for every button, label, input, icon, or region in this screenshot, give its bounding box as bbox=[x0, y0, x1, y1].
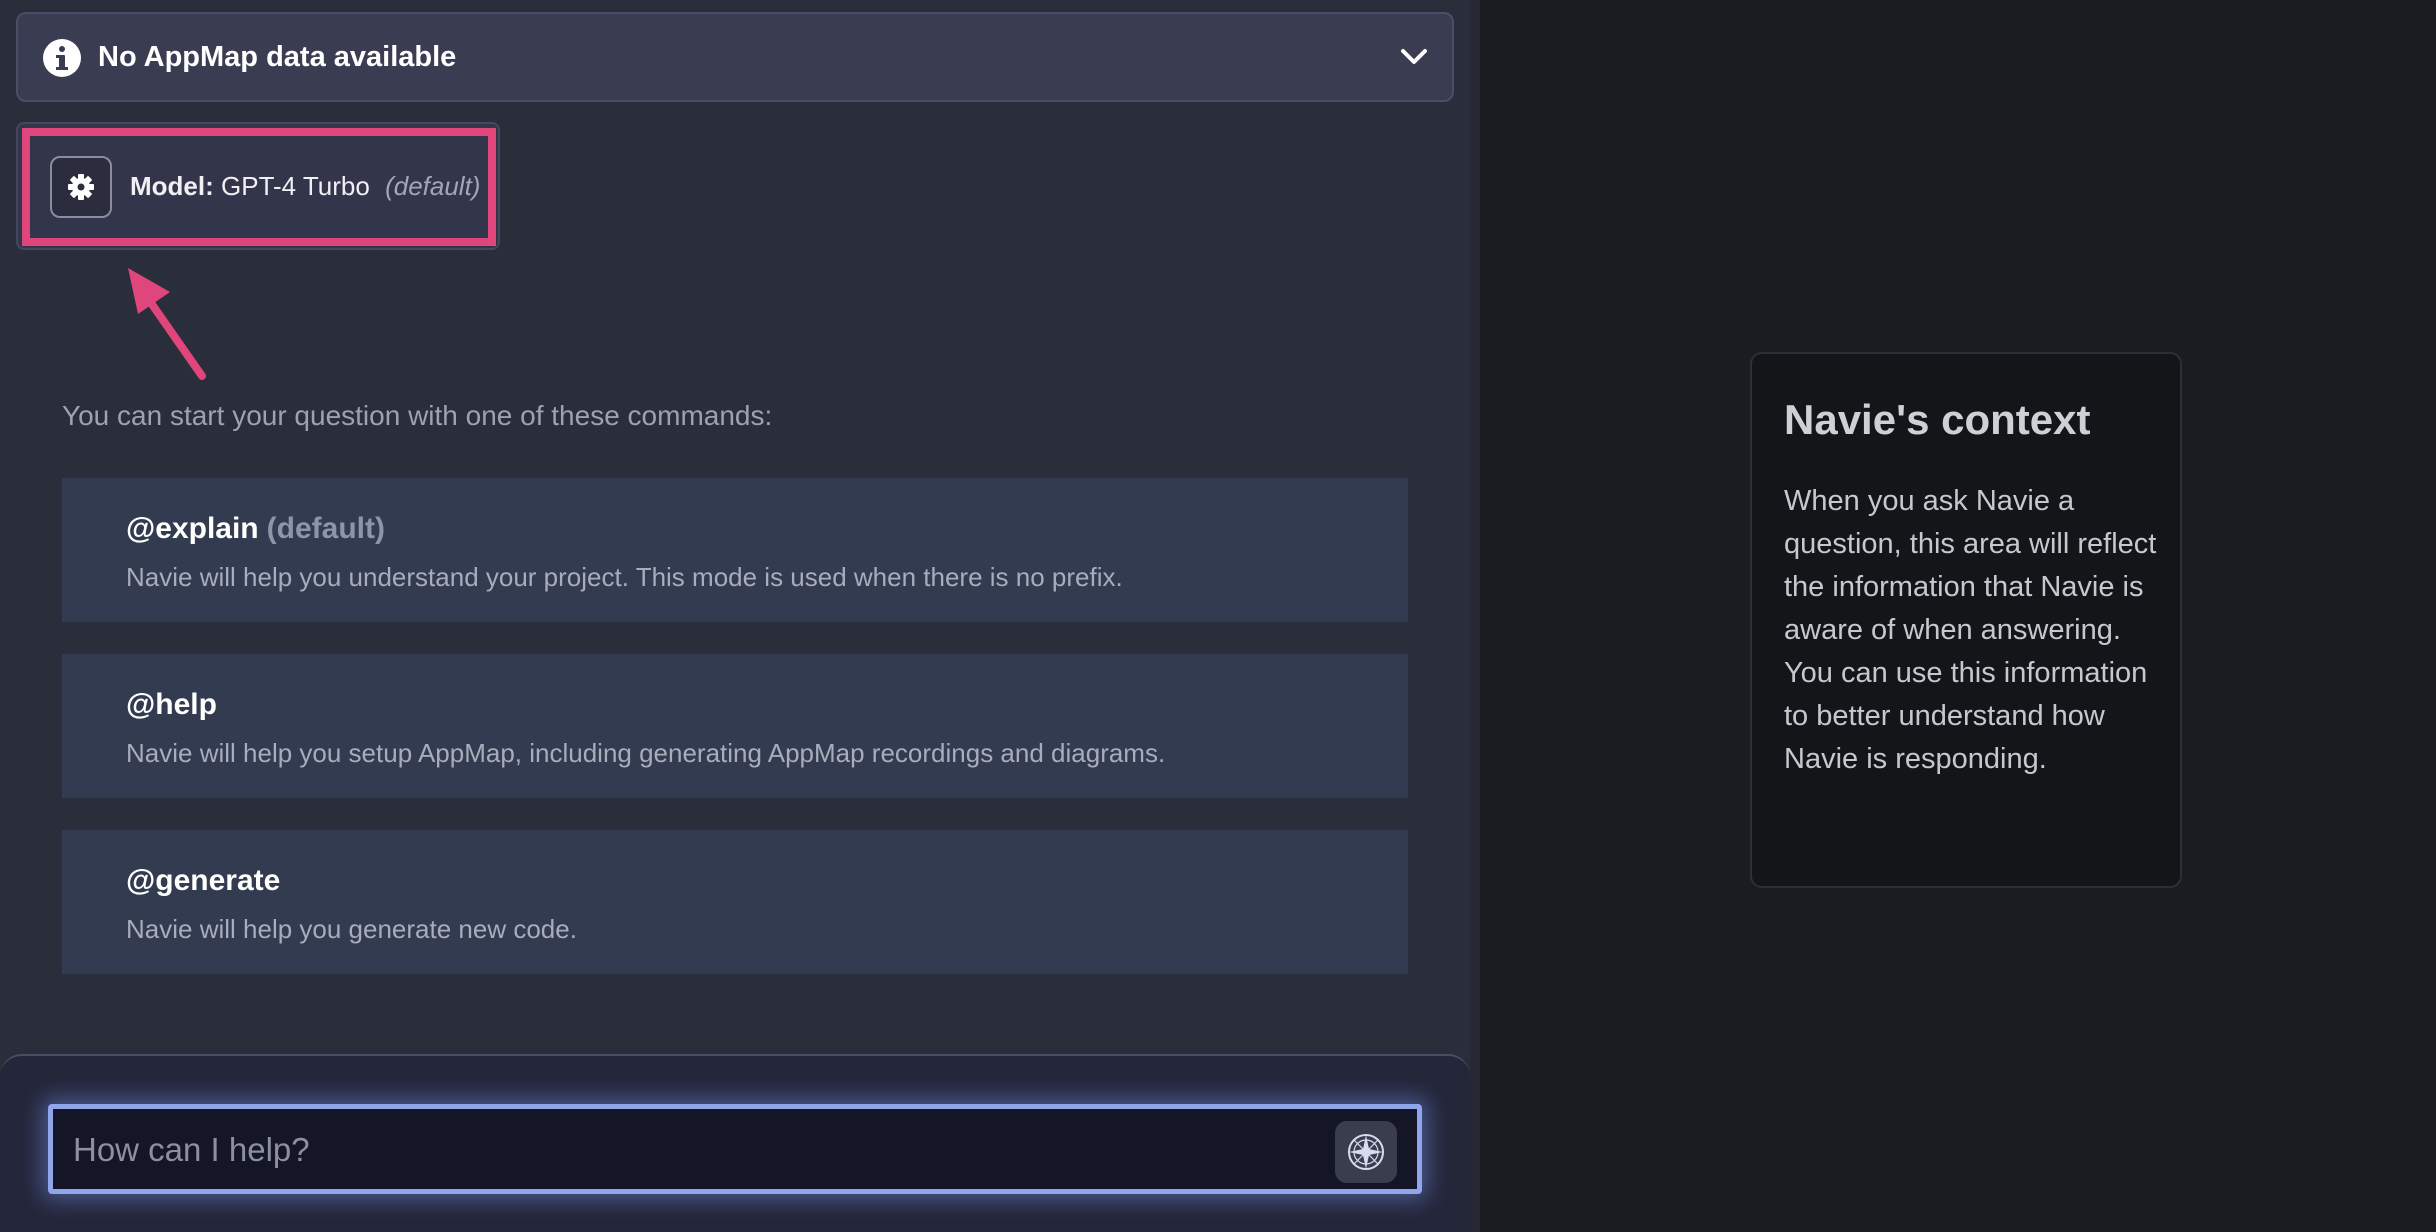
annotation-arrow-icon bbox=[128, 268, 206, 380]
chevron-down-icon[interactable] bbox=[1400, 46, 1428, 68]
context-title: Navie's context bbox=[1784, 396, 2091, 443]
command-card-explain[interactable]: @explain (default) Navie will help you un… bbox=[62, 478, 1408, 622]
command-card-generate[interactable]: @generate Navie will help you generate n… bbox=[62, 830, 1408, 974]
appmap-status-banner[interactable]: No AppMap data available bbox=[16, 12, 1454, 102]
info-icon bbox=[43, 39, 81, 77]
chat-input-box[interactable] bbox=[48, 1104, 1422, 1194]
model-label-text: Model: GPT-4 Turbo (default) bbox=[130, 171, 480, 202]
compass-icon bbox=[1348, 1134, 1384, 1170]
command-description: Navie will help you setup AppMap, includ… bbox=[126, 738, 1166, 768]
command-name-text: @explain bbox=[126, 512, 259, 545]
context-description: When you ask Navie a question, this area… bbox=[1784, 485, 2157, 775]
command-name: @generate bbox=[126, 864, 281, 897]
model-default-tag: (default) bbox=[385, 171, 481, 201]
command-name: @help bbox=[126, 688, 217, 721]
chat-input[interactable] bbox=[73, 1129, 1253, 1171]
command-description: Navie will help you understand your proj… bbox=[126, 562, 1123, 592]
banner-title: No AppMap data available bbox=[98, 41, 457, 73]
model-value: GPT-4 Turbo bbox=[221, 171, 370, 201]
gear-icon bbox=[68, 174, 94, 200]
send-button[interactable] bbox=[1335, 1121, 1397, 1183]
model-label: Model: bbox=[130, 171, 214, 201]
navie-context-panel: Navie's context When you ask Navie a que… bbox=[1750, 352, 2182, 888]
command-default-tag: (default) bbox=[266, 512, 385, 545]
model-settings-button[interactable] bbox=[50, 156, 112, 218]
command-name: @explain (default) bbox=[126, 512, 385, 546]
command-card-help[interactable]: @help Navie will help you setup AppMap, … bbox=[62, 654, 1408, 798]
pane-divider[interactable] bbox=[1470, 0, 1480, 1232]
command-description: Navie will help you generate new code. bbox=[126, 914, 577, 944]
commands-intro: You can start your question with one of … bbox=[62, 400, 773, 431]
